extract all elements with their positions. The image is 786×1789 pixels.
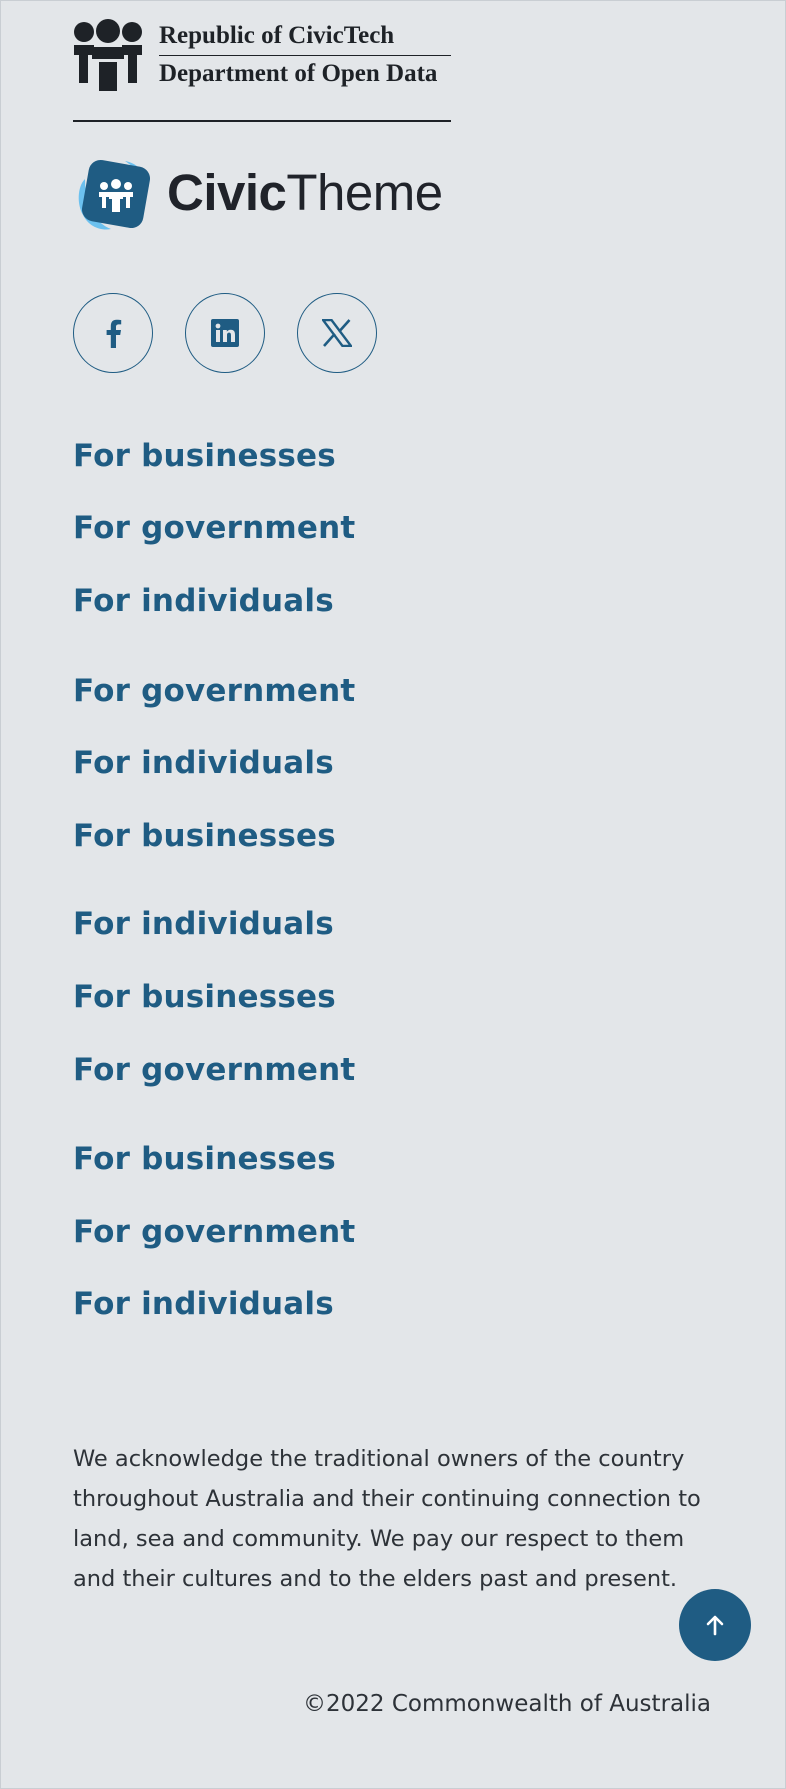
government-line-1: Republic of CivicTech [159,19,451,56]
site-footer: Republic of CivicTech Department of Open… [0,0,786,1789]
nav-link-government[interactable]: For government [73,671,355,711]
linkedin-link[interactable] [185,293,265,373]
linkedin-icon [211,319,239,347]
civictheme-mark-icon [78,159,151,230]
social-links [73,293,393,373]
x-icon [322,319,352,347]
civictheme-wordmark: CivicTheme [167,161,443,225]
x-link[interactable] [297,293,377,373]
brand-light-text: Theme [286,164,443,221]
government-line-2: Department of Open Data [159,60,438,87]
nav-link-businesses[interactable]: For businesses [73,977,336,1017]
government-name: Republic of CivicTech Department of Open… [159,19,451,92]
acknowledgement-of-country: We acknowledge the traditional owners of… [73,1446,701,1592]
back-to-top-button[interactable] [679,1589,751,1661]
civictheme-logo[interactable]: CivicTheme [75,157,455,233]
nav-link-businesses[interactable]: For businesses [73,1139,336,1179]
nav-link-individuals[interactable]: For individuals [73,581,334,621]
nav-link-government[interactable]: For government [73,1212,355,1252]
nav-link-individuals[interactable]: For individuals [73,1284,334,1324]
facebook-icon [106,319,122,348]
people-group-icon [74,19,142,91]
facebook-link[interactable] [73,293,153,373]
nav-link-businesses[interactable]: For businesses [73,436,336,476]
logo-divider [73,120,451,122]
nav-link-businesses[interactable]: For businesses [73,816,336,856]
nav-link-individuals[interactable]: For individuals [73,743,334,783]
nav-link-individuals[interactable]: For individuals [73,904,334,944]
government-logo[interactable]: Republic of CivicTech Department of Open… [73,19,451,123]
brand-bold-text: Civic [167,164,287,221]
nav-link-government[interactable]: For government [73,1050,355,1090]
arrow-up-icon [706,1615,724,1636]
nav-link-government[interactable]: For government [73,508,355,548]
copyright: ©2022 Commonwealth of Australia [302,1691,711,1717]
